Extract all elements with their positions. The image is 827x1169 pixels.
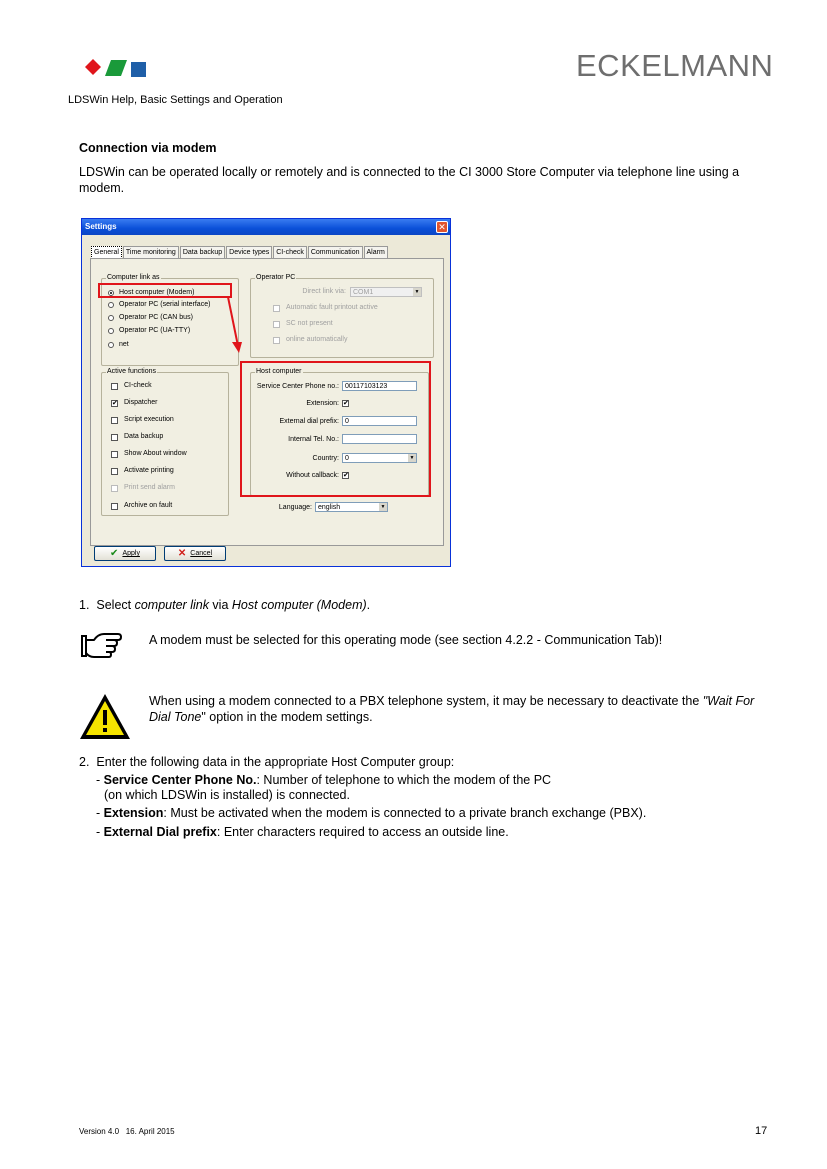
radio-icon: [108, 328, 114, 334]
tab-alarm[interactable]: Alarm: [363, 246, 388, 258]
highlight-host-computer-group: [240, 361, 431, 497]
check-print-send-alarm[interactable]: Print send alarm: [111, 484, 175, 492]
tab-ci-check[interactable]: CI-check: [273, 246, 307, 258]
radio-icon: [108, 315, 114, 321]
logo-red-diamond: [84, 58, 102, 76]
direct-link-select[interactable]: COM1 ▼: [350, 287, 422, 297]
warning-text: When using a modem connected to a PBX te…: [149, 694, 755, 724]
check-script-execution[interactable]: Script execution: [111, 416, 174, 424]
check-data-backup[interactable]: Data backup: [111, 433, 163, 441]
tab-bar: General Time monitoring Data backup Devi…: [91, 246, 389, 259]
dialog-title: Settings: [82, 219, 450, 235]
check-online-automatically[interactable]: online automatically: [273, 336, 347, 344]
warning-icon: [80, 694, 130, 739]
list-item: - Extension: Must be activated when the …: [96, 806, 647, 820]
document-header: LDSWin Help, Basic Settings and Operatio…: [68, 94, 283, 106]
chevron-down-icon: ▼: [413, 288, 421, 296]
check-icon: ✔: [111, 399, 118, 407]
cancel-button[interactable]: ✕ Cancel: [164, 546, 226, 561]
check-icon: ✔: [110, 548, 119, 559]
highlight-host-computer-option: [98, 283, 232, 298]
language-select[interactable]: english ▼: [315, 502, 388, 512]
tab-data-backup[interactable]: Data backup: [179, 246, 226, 258]
list-item: - External Dial prefix: Enter characters…: [96, 825, 509, 839]
page-number: 17: [755, 1125, 768, 1137]
check-sc-not-present[interactable]: SC not present: [273, 320, 333, 328]
check-show-about[interactable]: Show About window: [111, 450, 187, 458]
step-2: 2. Enter the following data in the appro…: [79, 755, 455, 769]
operator-pc-label: Operator PC: [255, 274, 297, 282]
logo-green-parallelogram: [105, 60, 127, 76]
step-1: 1. Select computer link via Host compute…: [79, 598, 371, 612]
direct-link-label: Direct link via:: [302, 288, 346, 295]
check-archive-on-fault[interactable]: Archive on fault: [111, 502, 172, 510]
active-functions-label: Active functions: [106, 368, 158, 376]
tab-communication[interactable]: Communication: [307, 246, 363, 258]
radio-operator-ua-tty[interactable]: Operator PC (UA-TTY): [108, 327, 190, 335]
close-icon: ✕: [177, 548, 187, 559]
radio-operator-serial[interactable]: Operator PC (serial interface): [108, 301, 210, 309]
radio-net[interactable]: net: [108, 341, 129, 349]
section-title: Connection via modem: [79, 141, 217, 155]
language-label: Language:: [278, 504, 312, 511]
radio-operator-can[interactable]: Operator PC (CAN bus): [108, 314, 193, 322]
arrow-icon: [227, 296, 242, 353]
check-dispatcher[interactable]: ✔ Dispatcher: [111, 399, 157, 407]
pointing-hand-icon: [81, 633, 122, 658]
list-item: - Service Center Phone No.: Number of te…: [96, 773, 552, 802]
footer-version: Version 4.0 16. April 2015: [79, 1127, 175, 1136]
radio-icon: [108, 342, 114, 348]
logo-blue-square: [131, 62, 146, 77]
brand-name: ECKELMANN: [576, 48, 774, 83]
intro-paragraph: LDSWin can be operated locally or remote…: [79, 165, 740, 195]
tab-device-types[interactable]: Device types: [226, 246, 273, 258]
tab-time-monitoring[interactable]: Time monitoring: [122, 246, 179, 258]
check-ci-check[interactable]: CI-check: [111, 382, 152, 390]
operator-pc-group: Operator PC Direct link via: COM1 ▼ Autom…: [250, 274, 434, 358]
radio-icon: [108, 302, 114, 308]
computer-link-label: Computer link as: [106, 274, 161, 282]
check-activate-printing[interactable]: Activate printing: [111, 467, 174, 475]
chevron-down-icon: ▼: [379, 503, 387, 511]
note-text: A modem must be selected for this operat…: [149, 633, 663, 647]
apply-button[interactable]: ✔ Apply: [94, 546, 156, 561]
check-auto-fault-printout[interactable]: Automatic fault printout active: [273, 304, 378, 312]
active-functions-group: Active functions CI-check ✔ Dispatcher Sc…: [101, 368, 229, 516]
close-icon[interactable]: ✕: [436, 221, 448, 233]
